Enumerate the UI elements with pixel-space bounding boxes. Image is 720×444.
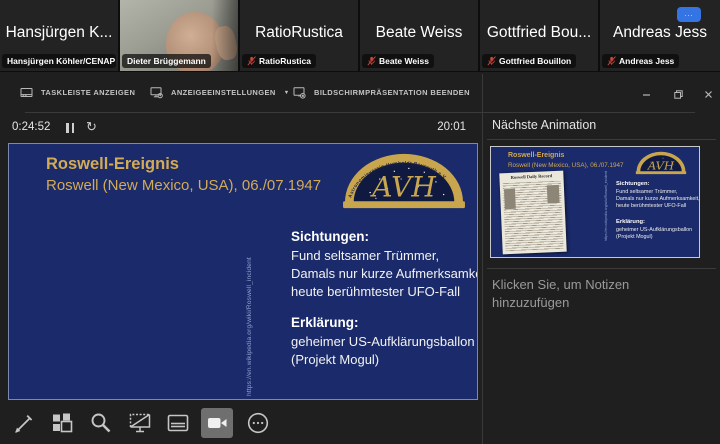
restart-timer-button[interactable]: ↻ xyxy=(86,119,97,135)
screen: Hansjürgen K... Hansjürgen Köhler/CENAP … xyxy=(0,0,720,444)
pen-tool-button[interactable] xyxy=(8,408,40,438)
restart-icon: ↻ xyxy=(86,119,97,134)
participant-label: Dieter Brüggemann xyxy=(122,54,211,68)
thumb-club-logo: AVH xyxy=(635,150,687,175)
muted-mic-icon xyxy=(367,56,376,66)
black-screen-button[interactable] xyxy=(124,408,156,438)
thumb-sightings-heading: Sichtungen: xyxy=(616,181,650,187)
participant-tile-hansjuergen[interactable]: Hansjürgen K... Hansjürgen Köhler/CENAP xyxy=(0,0,118,71)
explanation-line: geheimer US-Aufklärungsballon xyxy=(291,334,475,349)
end-presentation-icon xyxy=(293,86,306,99)
participant-label: RatioRustica xyxy=(242,54,316,68)
participant-display-name: RatioRustica xyxy=(240,24,358,42)
presenter-window: TASKLEISTE ANZEIGEN ANZEIGEEINSTELLUNGEN… xyxy=(0,72,720,444)
slide-subtitle: Roswell (New Mexico, USA), 06./07.1947 xyxy=(46,177,321,194)
slide-canvas[interactable]: Roswell-Ereignis Roswell (New Mexico, US… xyxy=(8,143,478,400)
current-time: 20:01 xyxy=(400,121,466,133)
sightings-line: Damals nur kurze Aufmerksamkeit, xyxy=(291,266,478,281)
thumb-logo-monogram: AVH xyxy=(647,158,675,172)
logo-monogram: AVH xyxy=(369,170,436,203)
annotation-toolbar xyxy=(0,403,480,444)
participant-label: Hansjürgen Köhler/CENAP xyxy=(2,54,116,68)
close-icon xyxy=(704,90,713,99)
captions-button[interactable] xyxy=(162,408,194,438)
pause-timer-button[interactable] xyxy=(66,122,78,133)
more-options-icon xyxy=(246,411,270,435)
more-options-button[interactable] xyxy=(242,408,274,438)
display-settings-button[interactable]: ANZEIGEEINSTELLUNGEN ▼ xyxy=(150,86,290,99)
see-all-slides-button[interactable] xyxy=(46,408,78,438)
magnifier-icon xyxy=(89,411,113,435)
display-settings-icon xyxy=(150,86,163,99)
participant-tile-beate[interactable]: Beate Weiss Beate Weiss xyxy=(360,0,478,71)
explanation-heading: Erklärung: xyxy=(291,315,359,330)
thumb-title: Roswell-Ereignis xyxy=(508,152,564,159)
explanation-line: (Projekt Mogul) xyxy=(291,352,379,367)
camera-icon xyxy=(205,411,229,435)
participant-display-name: Gottfried Bou... xyxy=(480,24,598,42)
pen-icon xyxy=(12,411,36,435)
timer-row: 0:24:52 ↻ 20:01 xyxy=(0,118,480,140)
participant-tile-andreas[interactable]: Andreas Jess Andreas Jess xyxy=(600,0,720,71)
newspaper-image: Roswell Daily Record xyxy=(499,171,566,255)
muted-mic-icon xyxy=(247,56,256,66)
participant-display-name: Hansjürgen K... xyxy=(0,24,118,42)
captions-icon xyxy=(166,411,190,435)
next-animation-thumbnail[interactable]: Roswell-Ereignis Roswell (New Mexico, US… xyxy=(490,146,700,258)
participant-display-name: Beate Weiss xyxy=(360,24,478,42)
sightings-line: Fund seltsamer Trümmer, xyxy=(291,248,439,263)
thumb-subtitle: Roswell (New Mexico, USA), 06./07.1947 xyxy=(508,162,624,169)
pause-icon xyxy=(66,123,69,133)
slide-title: Roswell-Ereignis xyxy=(46,155,179,174)
participant-label: Beate Weiss xyxy=(362,54,434,68)
thumb-source-url: https://en.wikipedia.org/wiki/Roswell_in… xyxy=(604,195,608,241)
heading-divider xyxy=(487,139,716,140)
participant-label: Gottfried Bouillon xyxy=(482,54,576,68)
next-animation-heading: Nächste Animation xyxy=(492,118,596,132)
close-button[interactable] xyxy=(700,87,716,101)
club-logo: Astronomieverein Humboldt Bayreuth e.V. … xyxy=(341,150,467,210)
restore-button[interactable] xyxy=(670,87,686,101)
presenter-toolbar: TASKLEISTE ANZEIGEN ANZEIGEEINSTELLUNGEN… xyxy=(0,78,720,108)
panel-divider xyxy=(482,74,483,444)
thumb-explanation-heading: Erklärung: xyxy=(616,219,645,225)
camera-toggle-button[interactable] xyxy=(201,408,233,438)
participant-label: Andreas Jess xyxy=(602,54,679,68)
participant-display-name: Andreas Jess xyxy=(600,24,720,42)
notes-placeholder[interactable]: Klicken Sie, um Notizen hinzuzufügen xyxy=(492,276,652,312)
end-presentation-button[interactable]: BILDSCHIRMPRÄSENTATION BEENDEN xyxy=(293,86,470,99)
video-strip: Hansjürgen K... Hansjürgen Köhler/CENAP … xyxy=(0,0,720,72)
minimize-icon xyxy=(642,90,651,99)
chevron-down-icon: ▼ xyxy=(284,90,290,96)
slide-source-url: https://en.wikipedia.org/wiki/Roswell_in… xyxy=(246,254,253,396)
sightings-heading: Sichtungen: xyxy=(291,229,369,244)
toolbar-divider xyxy=(25,112,695,113)
newspaper-title: Roswell Daily Record xyxy=(499,173,563,181)
all-slides-icon xyxy=(50,411,74,435)
participant-tile-ratiorustica[interactable]: RatioRustica RatioRustica xyxy=(240,0,358,71)
elapsed-timer: 0:24:52 xyxy=(12,121,50,133)
participant-tile-gottfried[interactable]: Gottfried Bou... Gottfried Bouillon xyxy=(480,0,598,71)
minimize-button[interactable] xyxy=(638,87,654,101)
strip-more-options-button[interactable]: ... xyxy=(677,7,701,22)
restore-icon xyxy=(674,90,683,99)
taskbar-icon xyxy=(20,86,33,99)
muted-mic-icon xyxy=(487,56,496,66)
show-taskbar-button[interactable]: TASKLEISTE ANZEIGEN xyxy=(20,86,135,99)
participant-tile-dieter[interactable]: Dieter Brüggemann xyxy=(120,0,238,71)
muted-mic-icon xyxy=(607,56,616,66)
sightings-line: heute berühmtester UFO-Fall xyxy=(291,284,460,299)
notes-divider xyxy=(487,268,716,269)
black-screen-icon xyxy=(128,411,152,435)
zoom-slide-button[interactable] xyxy=(85,408,117,438)
